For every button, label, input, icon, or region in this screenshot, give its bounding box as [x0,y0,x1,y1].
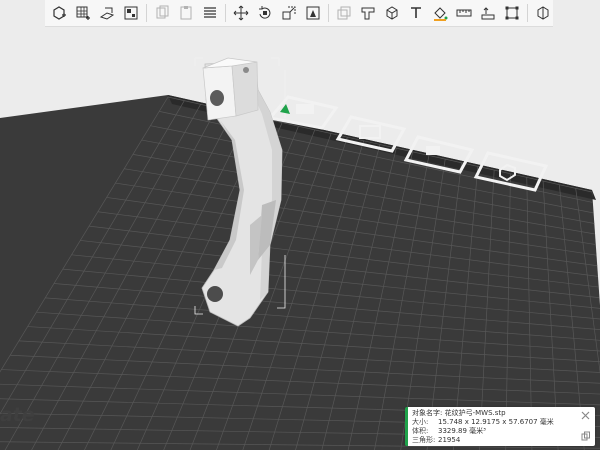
info-volume-label: 体积: [412,427,429,435]
fit-view-button[interactable] [502,3,522,23]
info-size-value: 15.748 x 12.9175 x 57.6707 毫米 [438,418,554,426]
add-object-button[interactable] [49,3,69,23]
rotate-button[interactable] [255,3,275,23]
measure-icon [456,9,472,17]
text-button[interactable] [406,3,426,23]
split-icon [537,6,549,20]
3d-viewport[interactable]: ate [0,0,600,450]
info-triangles-row: 三角形: 21954 [412,436,577,445]
info-triangles-value: 21954 [438,436,461,444]
split-button[interactable] [533,3,553,23]
info-name-label: 对象名字: [412,409,443,417]
lay-on-face-icon [306,6,320,20]
paint-bucket-icon [434,7,448,21]
arrange-button[interactable] [121,3,141,23]
support-paint-button[interactable] [358,3,378,23]
info-triangles-label: 三角形: [412,436,436,444]
assembly-icon [481,7,495,20]
seam-paint-icon [386,6,398,20]
toolbar-separator [225,4,226,22]
seam-paint-button[interactable] [382,3,402,23]
copy-icon [581,431,590,441]
info-size-label: 大小: [412,418,429,426]
assembly-button[interactable] [478,3,498,23]
info-volume-row: 体积: 3329.89 毫米³ [412,427,577,436]
paste-icon [180,6,192,20]
move-icon [233,5,249,21]
main-toolbar [45,0,553,27]
plate-brand-text: ate [0,404,37,426]
toolbar-separator [527,4,528,22]
cut-icon [337,6,351,20]
scale-icon [282,6,296,20]
layers-icon [204,7,216,18]
auto-orient-button[interactable] [97,3,117,23]
close-icon [581,411,590,420]
support-paint-icon [361,7,375,20]
info-size-row: 大小: 15.748 x 12.9175 x 57.6707 毫米 [412,418,577,427]
object-info-panel: 对象名字: 花纹护弓-MWS.stp 大小: 15.748 x 12.9175 x… [405,407,595,446]
layers-button[interactable] [200,3,220,23]
add-object-icon [53,6,66,20]
rotate-icon [259,6,271,19]
fit-view-icon [505,6,519,20]
info-volume-value: 3329.89 毫米³ [438,427,486,435]
measure-button[interactable] [454,3,474,23]
move-button[interactable] [231,3,251,23]
info-name-value: 花纹护弓-MWS.stp [444,409,506,417]
add-plate-button[interactable] [73,3,93,23]
info-name-row: 对象名字: 花纹护弓-MWS.stp [412,409,577,418]
arrange-icon [124,6,138,20]
close-button[interactable] [580,410,591,421]
lay-on-face-button[interactable] [303,3,323,23]
toolbar-separator [328,4,329,22]
text-icon [411,7,421,18]
copy-info-button[interactable] [581,431,591,441]
cut-button[interactable] [334,3,354,23]
paste-button[interactable] [176,3,196,23]
scale-button[interactable] [279,3,299,23]
copy-icon [156,5,169,19]
paint-color-button[interactable] [430,3,450,23]
build-plate [0,95,600,450]
auto-orient-icon [99,7,115,20]
add-plate-icon [76,6,90,20]
toolbar-separator [146,4,147,22]
copy-button[interactable] [152,3,172,23]
build-plate-scene[interactable] [0,0,600,450]
